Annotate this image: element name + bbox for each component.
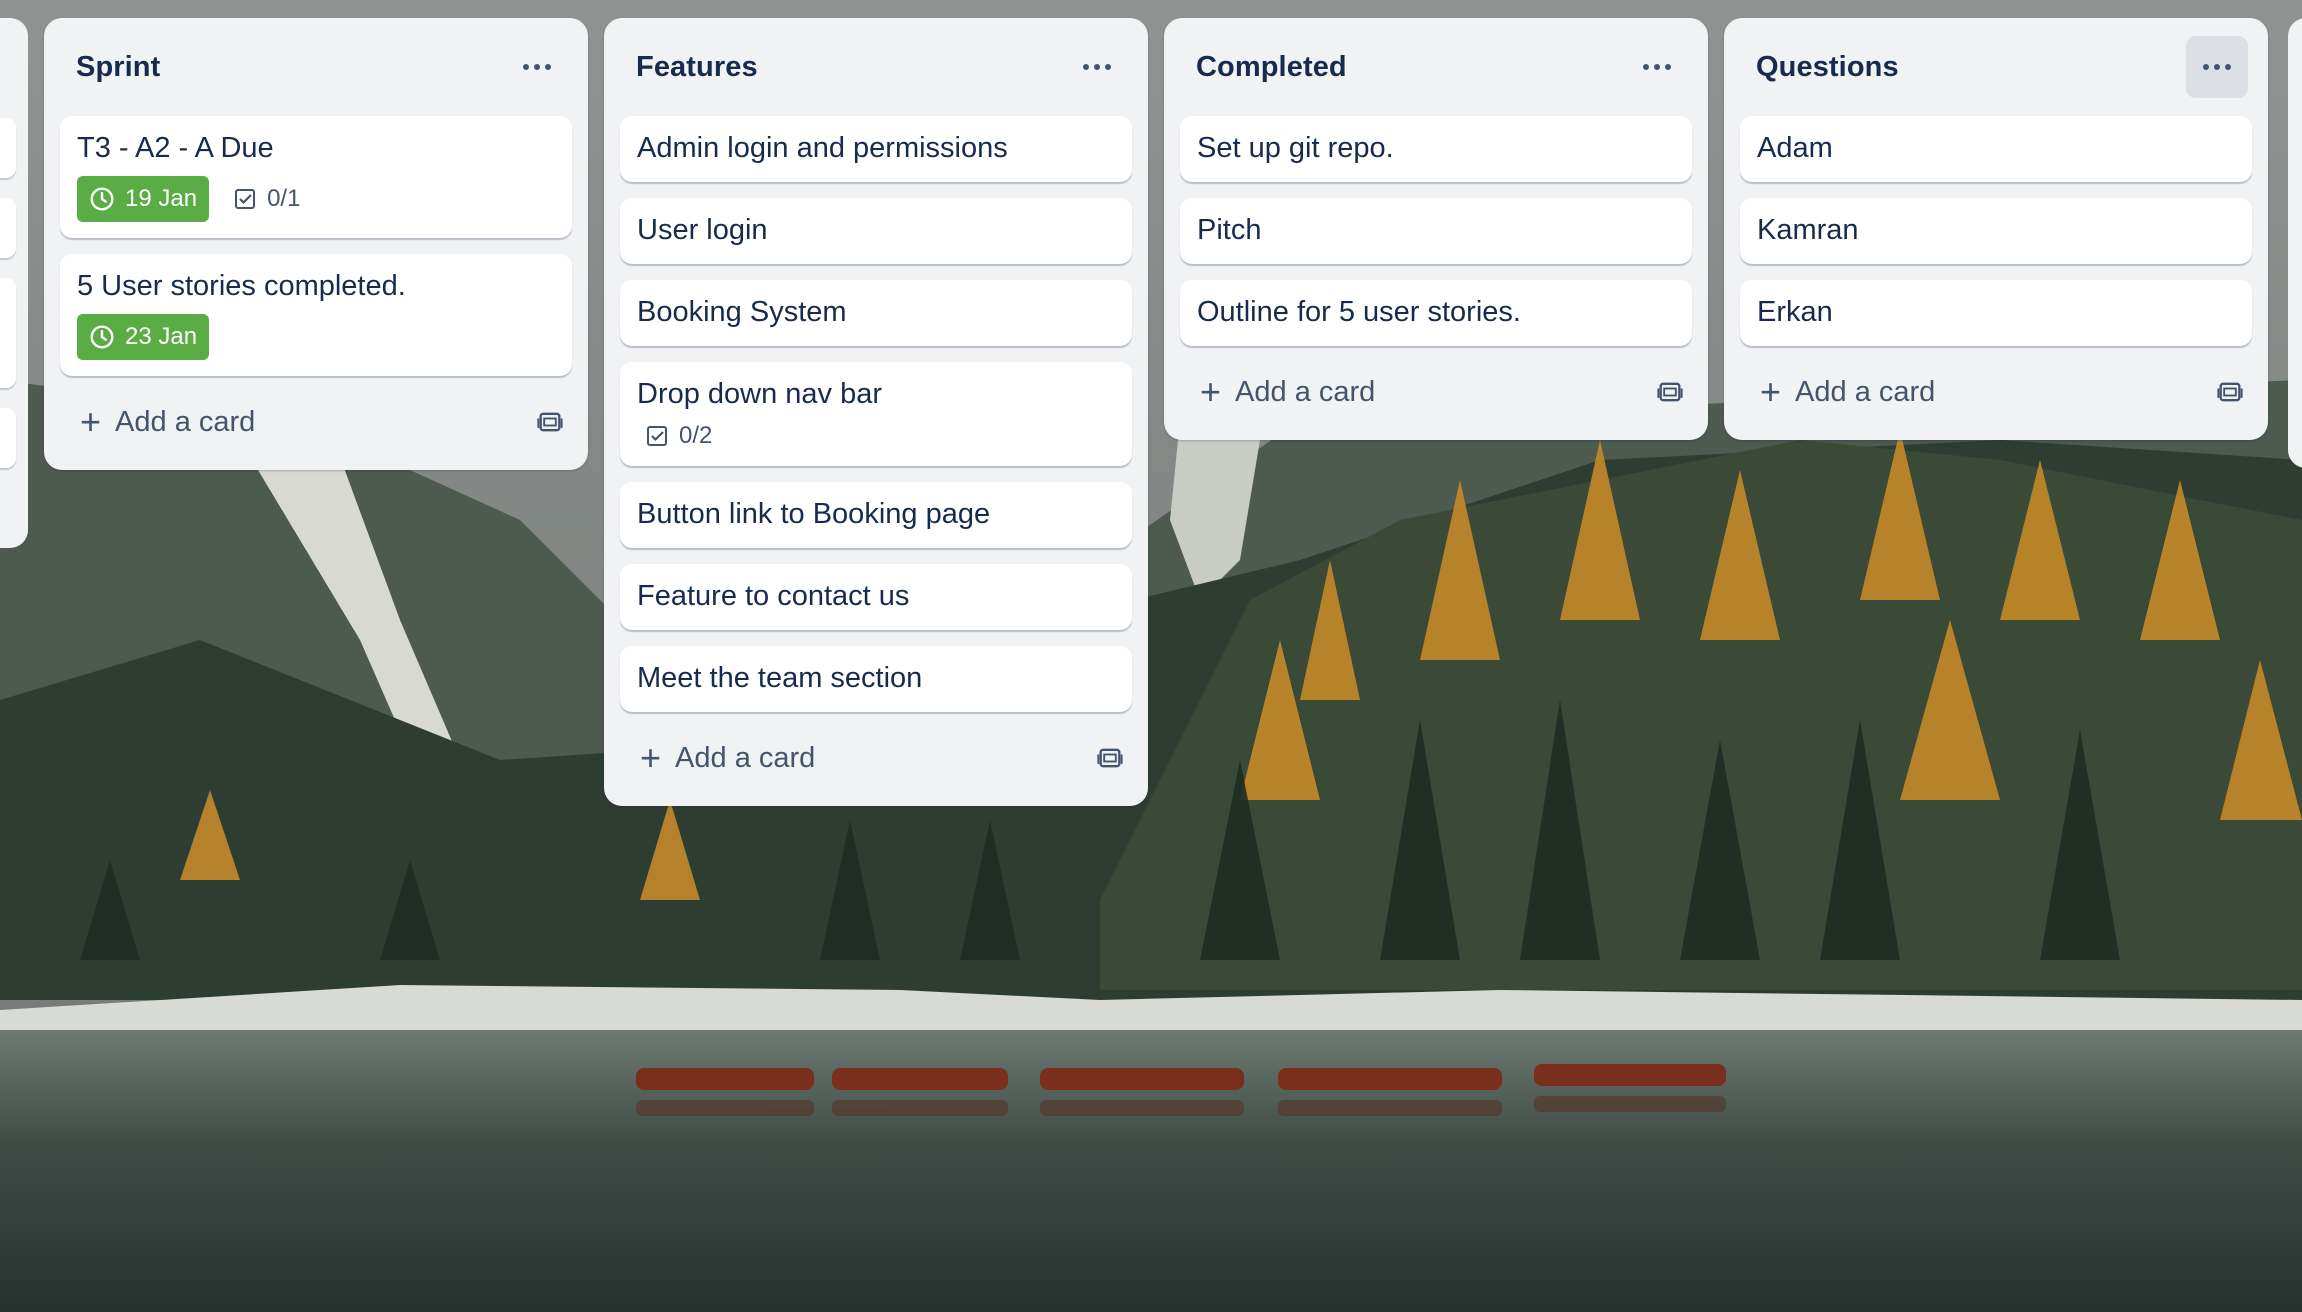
checklist-text: 0/2 xyxy=(679,422,713,449)
card[interactable]: Feature to contact us xyxy=(620,564,1132,630)
clock-icon xyxy=(89,324,115,350)
add-card-button[interactable]: + Add a card xyxy=(1200,374,1375,410)
card-title: Pitch xyxy=(1197,214,1262,246)
offscreen-list-right xyxy=(2288,18,2302,468)
card-title: User login xyxy=(637,214,768,246)
checklist-badge: 0/2 xyxy=(637,422,712,450)
due-date-badge[interactable]: 23 Jan xyxy=(77,314,210,360)
card-title: Adam xyxy=(1757,132,1833,164)
card-badges: 23 Jan xyxy=(77,314,555,360)
more-dots-icon xyxy=(523,64,551,70)
card-title: 5 User stories completed. xyxy=(77,270,406,302)
card-title: Erkan xyxy=(1757,296,1833,328)
card[interactable]: Adam xyxy=(1740,116,2252,182)
list-sprint: Sprint T3 - A2 - A Due 19 Jan 0/1 5 User… xyxy=(44,18,588,470)
due-date-badge[interactable]: 19 Jan xyxy=(77,176,210,222)
clock-icon xyxy=(89,186,115,212)
list-features: Features Admin login and permissions Use… xyxy=(604,18,1148,806)
card[interactable]: Button link to Booking page xyxy=(620,482,1132,548)
add-card-row: + Add a card xyxy=(1180,360,1692,424)
add-card-row: + Add a card xyxy=(620,726,1132,790)
more-dots-icon xyxy=(1083,64,1111,70)
list-menu-button[interactable] xyxy=(2186,36,2248,98)
card-title: Admin login and permissions xyxy=(637,132,1008,164)
list-questions: Questions Adam Kamran Erkan + Add a card xyxy=(1724,18,2268,440)
card[interactable]: Pitch xyxy=(1180,198,1692,264)
list-menu-button[interactable] xyxy=(1626,36,1688,98)
card[interactable]: Kamran xyxy=(1740,198,2252,264)
plus-icon: + xyxy=(640,737,662,778)
list-completed: Completed Set up git repo. Pitch Outline… xyxy=(1164,18,1708,440)
add-card-button[interactable]: + Add a card xyxy=(640,740,815,776)
more-dots-icon xyxy=(2203,64,2231,70)
add-card-row: + Add a card xyxy=(60,390,572,454)
card-template-icon[interactable] xyxy=(536,408,564,436)
card-badges: 0/2 xyxy=(637,422,1115,450)
list-menu-button[interactable] xyxy=(1066,36,1128,98)
card-template-icon[interactable] xyxy=(1096,744,1124,772)
plus-icon: + xyxy=(1200,371,1222,412)
list-title[interactable]: Completed xyxy=(1196,51,1347,84)
card[interactable]: Meet the team section xyxy=(620,646,1132,712)
card[interactable]: Drop down nav bar 0/2 xyxy=(620,362,1132,466)
due-date-text: 19 Jan xyxy=(125,185,198,212)
checkbox-icon xyxy=(233,187,257,211)
list-header: Questions xyxy=(1740,18,2252,116)
list-title[interactable]: Features xyxy=(636,51,758,84)
card[interactable]: User login xyxy=(620,198,1132,264)
checklist-badge: 0/1 xyxy=(225,185,300,213)
plus-icon: + xyxy=(80,401,102,442)
list-header: Sprint xyxy=(60,18,572,116)
card[interactable]: 5 User stories completed. 23 Jan xyxy=(60,254,572,376)
card[interactable]: Outline for 5 user stories. xyxy=(1180,280,1692,346)
list-menu-button[interactable] xyxy=(506,36,568,98)
add-card-label: Add a card xyxy=(1795,375,1936,408)
more-dots-icon xyxy=(1643,64,1671,70)
offscreen-list-left xyxy=(0,18,28,548)
card-badges: 19 Jan 0/1 xyxy=(77,176,555,222)
card-title: Feature to contact us xyxy=(637,580,910,612)
card-title: Kamran xyxy=(1757,214,1859,246)
card-title: Set up git repo. xyxy=(1197,132,1394,164)
card-template-icon[interactable] xyxy=(1656,378,1684,406)
plus-icon: + xyxy=(1760,371,1782,412)
card[interactable]: T3 - A2 - A Due 19 Jan 0/1 xyxy=(60,116,572,238)
checklist-text: 0/1 xyxy=(267,185,301,212)
add-card-button[interactable]: + Add a card xyxy=(1760,374,1935,410)
list-header: Completed xyxy=(1180,18,1692,116)
card-title: Booking System xyxy=(637,296,847,328)
card[interactable]: Admin login and permissions xyxy=(620,116,1132,182)
card-title: T3 - A2 - A Due xyxy=(77,132,274,164)
card-title: Drop down nav bar xyxy=(637,378,883,410)
add-card-label: Add a card xyxy=(115,405,256,438)
checkbox-icon xyxy=(645,424,669,448)
add-card-label: Add a card xyxy=(1235,375,1376,408)
add-card-label: Add a card xyxy=(675,741,816,774)
card[interactable]: Booking System xyxy=(620,280,1132,346)
card-template-icon[interactable] xyxy=(2216,378,2244,406)
card-title: Meet the team section xyxy=(637,662,923,694)
card-title: Outline for 5 user stories. xyxy=(1197,296,1521,328)
list-header: Features xyxy=(620,18,1132,116)
list-title[interactable]: Questions xyxy=(1756,51,1899,84)
add-card-button[interactable]: + Add a card xyxy=(80,404,255,440)
card[interactable]: Set up git repo. xyxy=(1180,116,1692,182)
due-date-text: 23 Jan xyxy=(125,323,198,350)
add-card-row: + Add a card xyxy=(1740,360,2252,424)
card[interactable]: Erkan xyxy=(1740,280,2252,346)
card-title: Button link to Booking page xyxy=(637,498,991,530)
list-title[interactable]: Sprint xyxy=(76,51,160,84)
